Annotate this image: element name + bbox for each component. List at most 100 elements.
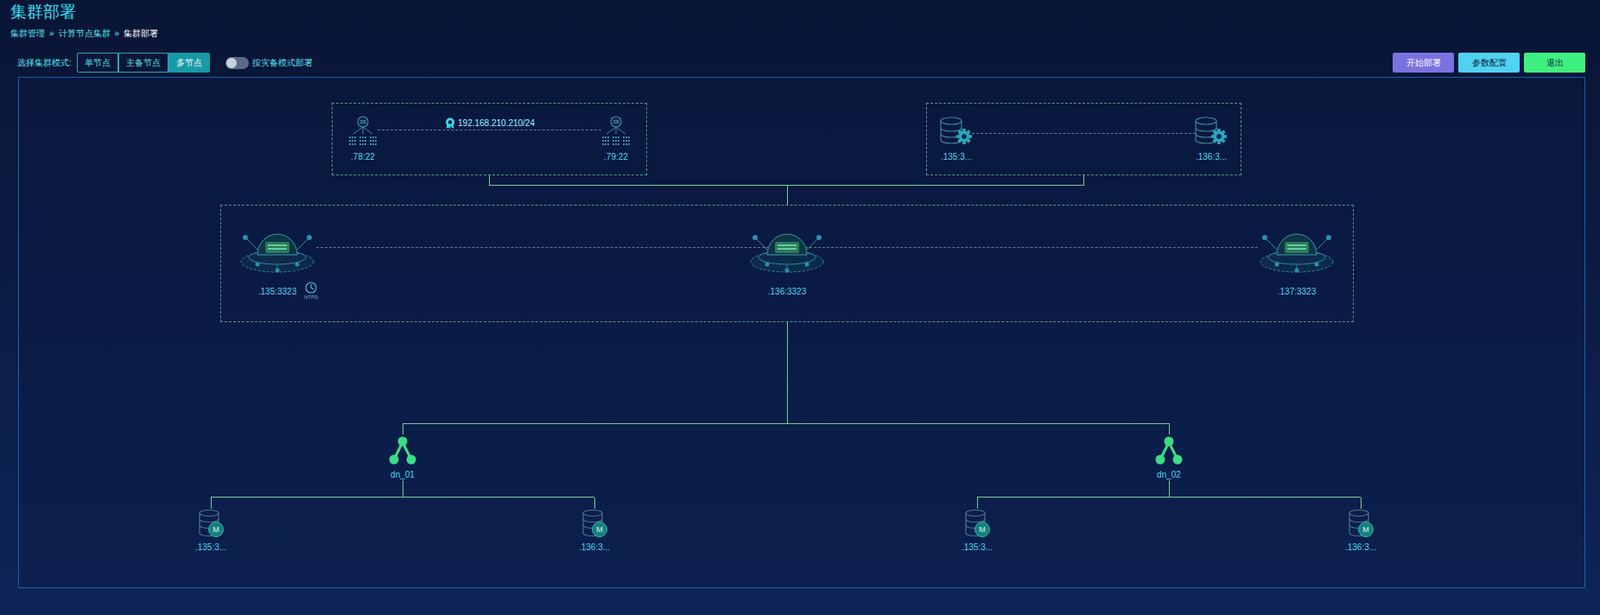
action-buttons: 开始部署参数配置退出 [1392, 52, 1586, 73]
database-icon: M [964, 508, 991, 539]
header: 集群部署 集群管理»计算节点集群»集群部署 [0, 0, 1600, 40]
data-node[interactable]: M .135:3... [176, 497, 246, 553]
manager-group: .135:3... .136:3... [926, 102, 1242, 176]
node-tree-icon [1152, 434, 1186, 468]
link-line [377, 129, 602, 131]
mode-option[interactable]: 单节点 [76, 52, 119, 73]
manager-node[interactable]: .136:3... [1185, 115, 1238, 163]
connector-line [1360, 497, 1362, 509]
connector-line [1168, 423, 1170, 435]
breadcrumb-item[interactable]: 计算节点集群 [58, 27, 111, 40]
mode-selector: 单节点主备节点多节点 [76, 52, 210, 73]
data-node[interactable]: M .135:3... [942, 497, 1012, 553]
connector-line [1168, 480, 1170, 497]
load-balancer-group: 192.168.210.210/24 OS .78:22 OS .79:22 [331, 102, 648, 176]
database-icon: M [1347, 508, 1374, 539]
ntp-label: NTPD [304, 293, 318, 301]
connector-line [977, 497, 978, 509]
data-node-row: M .135:3... M .136:3... [176, 497, 629, 553]
role-badge: M [591, 521, 608, 538]
toggle-knob [226, 57, 237, 69]
data-node-group: dn_01 M .135:3... M .136:3... [176, 423, 629, 553]
node-label: .136:3323 [768, 286, 807, 298]
action-button[interactable]: 参数配置 [1458, 52, 1520, 73]
database-gear-icon [1192, 115, 1231, 147]
data-node-row: M .135:3... M .136:3... [942, 497, 1396, 553]
vip-address: 192.168.210.210/24 [457, 118, 535, 129]
data-node-layer: dn_01 M .135:3... M .136:3... dn_02 M .135:3...… [19, 423, 1585, 562]
diagram-canvas: 192.168.210.210/24 OS .78:22 OS .79:22 .135:… [18, 76, 1586, 589]
compute-node-icon [748, 218, 826, 276]
load-balancer-icon: OS [345, 115, 381, 147]
connector-line [1083, 175, 1085, 185]
data-node[interactable]: M .136:3... [1326, 497, 1396, 553]
lb-node[interactable]: OS .79:22 [590, 115, 642, 163]
toolbar: 选择集群模式: 单节点主备节点多节点 按灾备模式部署 开始部署参数配置退出 [0, 52, 1600, 73]
ntp-indicator: NTPD [304, 281, 318, 301]
connector-line [488, 175, 490, 185]
mode-label: 选择集群模式: [17, 56, 72, 70]
database-icon: M [581, 508, 608, 539]
connector-line [402, 423, 404, 435]
vip: 192.168.210.210/24 [444, 117, 535, 130]
connector-line [594, 497, 596, 509]
manager-row: .135:3... .136:3... [926, 103, 1241, 163]
page-title: 集群部署 [10, 1, 1600, 23]
os-badge: OS [345, 118, 381, 126]
mode-option[interactable]: 主备节点 [118, 52, 169, 73]
node-label: .135:3... [195, 542, 227, 553]
role-badge: M [974, 521, 991, 538]
connector-line [787, 322, 788, 424]
breadcrumb-separator: » [49, 27, 55, 40]
disaster-mode-toggle[interactable] [225, 57, 249, 70]
node-label: .136:3... [1195, 152, 1227, 163]
connector-line [787, 184, 788, 205]
role-badge: M [208, 521, 224, 538]
compute-node-icon [238, 218, 317, 276]
disaster-toggle-group: 按灾备模式部署 [225, 56, 313, 70]
compute-node[interactable]: .136:3323 [748, 218, 826, 298]
connector-line [210, 497, 212, 509]
compute-row: .135:3323 NTPD .136:3323 .137:3323 [221, 205, 1353, 298]
manager-node[interactable]: .135:3... [930, 115, 983, 163]
node-label: .136:3... [1345, 542, 1377, 553]
node-label: .137:3323 [1277, 286, 1317, 298]
breadcrumb: 集群管理»计算节点集群»集群部署 [10, 27, 1600, 40]
compute-node[interactable]: .135:3323 NTPD [238, 218, 317, 298]
link-line [971, 133, 1196, 134]
connector-line [977, 496, 1361, 498]
connector-line [210, 496, 595, 498]
database-gear-icon [937, 115, 976, 147]
node-tree-icon [386, 434, 420, 468]
lb-row: OS .78:22 OS .79:22 [332, 103, 647, 163]
toolbar-left: 选择集群模式: 单节点主备节点多节点 按灾备模式部署 [17, 52, 313, 73]
mode-option[interactable]: 多节点 [168, 52, 210, 73]
load-balancer-icon: OS [598, 115, 634, 147]
breadcrumb-item[interactable]: 集群管理 [10, 27, 45, 40]
connector-line [402, 423, 1170, 425]
breadcrumb-separator: » [114, 27, 121, 40]
clock-icon [304, 281, 318, 294]
node-label: .135:3... [961, 542, 993, 553]
database-icon: M [197, 508, 224, 539]
disaster-mode-label: 按灾备模式部署 [252, 56, 313, 70]
data-node[interactable]: M .136:3... [559, 497, 629, 553]
connector-line [402, 480, 404, 497]
certificate-icon [444, 117, 456, 130]
action-button[interactable]: 退出 [1523, 52, 1586, 73]
compute-node-icon [1257, 218, 1336, 276]
action-button[interactable]: 开始部署 [1392, 52, 1454, 73]
node-label: .136:3... [578, 542, 610, 553]
node-label: .135:3... [940, 152, 972, 163]
node-label: .135:3323 [258, 286, 298, 298]
group-label: dn_02 [1156, 469, 1181, 481]
compute-node-group: .135:3323 NTPD .136:3323 .137:3323 [220, 204, 1354, 323]
os-badge: OS [598, 118, 634, 126]
node-label: .79:22 [603, 152, 629, 163]
node-label: .78:22 [350, 152, 375, 163]
lb-node[interactable]: OS .78:22 [336, 115, 389, 163]
breadcrumb-item: 集群部署 [123, 27, 159, 40]
role-badge: M [1358, 521, 1374, 538]
group-label: dn_01 [390, 469, 415, 481]
compute-node[interactable]: .137:3323 [1257, 218, 1336, 298]
